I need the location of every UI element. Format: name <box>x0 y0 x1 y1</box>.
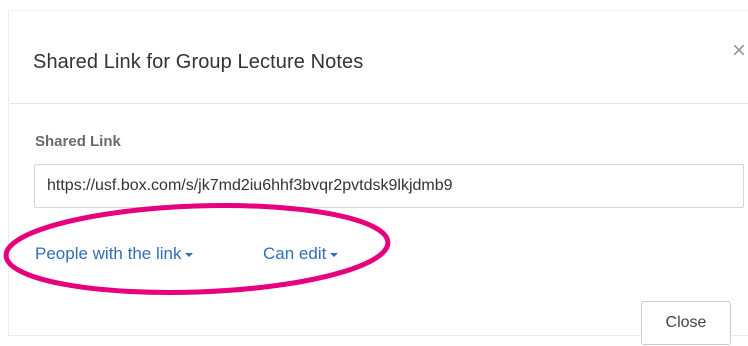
close-icon[interactable]: × <box>732 39 746 63</box>
access-level-label: People with the link <box>35 244 182 263</box>
access-level-dropdown[interactable]: People with the link <box>35 244 194 264</box>
dialog-title: Shared Link for Group Lecture Notes <box>33 51 364 73</box>
shared-link-input[interactable] <box>34 164 744 208</box>
close-button[interactable]: Close <box>641 301 731 345</box>
shared-link-label: Shared Link <box>35 133 121 150</box>
permission-dropdown[interactable]: Can edit <box>263 244 339 264</box>
permission-label: Can edit <box>263 244 327 263</box>
header-divider <box>10 103 748 104</box>
shared-link-dialog: Shared Link for Group Lecture Notes × Sh… <box>8 10 748 345</box>
chevron-down-icon <box>330 252 339 257</box>
chevron-down-icon <box>185 252 194 257</box>
